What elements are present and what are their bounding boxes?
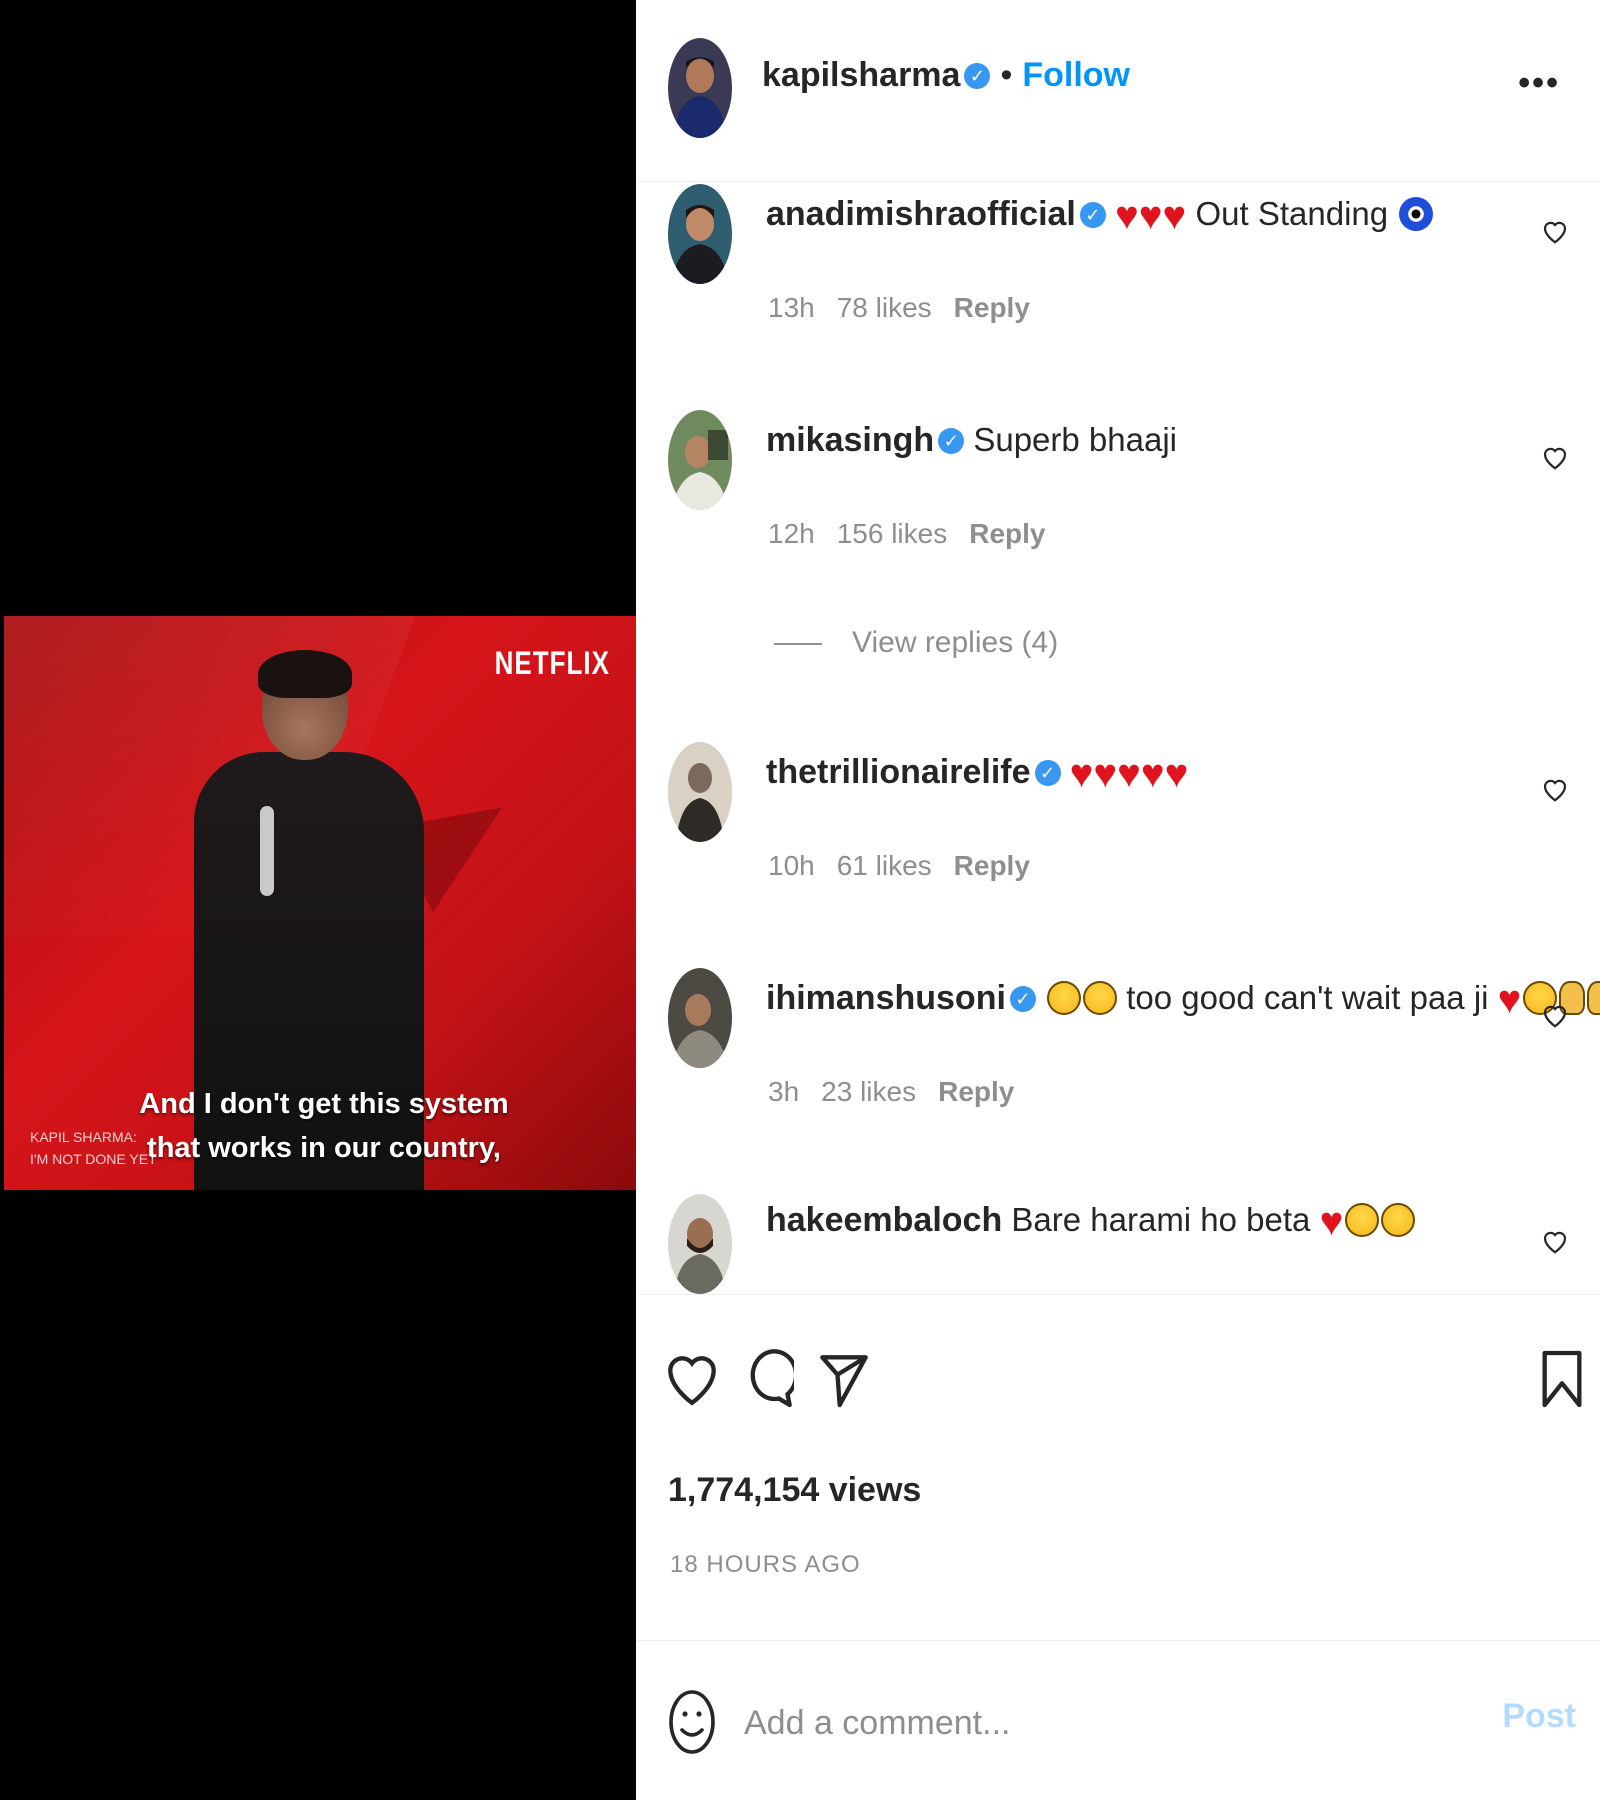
comment-likes[interactable]: 61 likes (837, 850, 932, 881)
view-replies-label: View replies (4) (852, 626, 1059, 659)
emoji-picker-icon[interactable] (668, 1687, 716, 1757)
verified-badge-icon: ✓ (1009, 986, 1036, 1012)
laughing-emoji (1047, 981, 1082, 1015)
comment-body: too good can't wait paa ji (1126, 979, 1489, 1016)
comment-body: Bare harami ho beta (1011, 1201, 1311, 1238)
comment-text-line: hakeembaloch Bare harami ho beta ♥ (766, 1198, 1416, 1244)
verified-badge-icon: ✓ (964, 63, 991, 89)
commenter-avatar[interactable] (668, 184, 732, 284)
comment-time: 10h (768, 850, 815, 881)
post-header: kapilsharma ✓ • Follow ••• (636, 0, 1600, 182)
media-pane: NETFLIX And I don't get this system that… (0, 0, 636, 1800)
reply-button[interactable]: Reply (954, 850, 1030, 881)
video-subtitle: And I don't get this system that works i… (104, 1082, 544, 1170)
post-actions: 1,774,154 views 18 HOURS AGO (636, 1294, 1600, 1634)
performer-hair (258, 650, 352, 698)
view-replies-button[interactable]: View replies (4) (774, 626, 1058, 660)
comment-time: 12h (768, 518, 815, 549)
watermark-line-2: I'M NOT DONE YET (30, 1151, 157, 1167)
separator-dot: • (1000, 56, 1013, 94)
comment-meta: 13h 78 likes Reply (768, 292, 1052, 324)
like-comment-heart-icon[interactable] (1540, 216, 1570, 246)
heart-emoji: ♥ (1497, 978, 1522, 1022)
commenter-avatar-image (668, 184, 732, 284)
add-comment-bar: Post (636, 1640, 1600, 1800)
heart-emoji-group: ♥♥♥♥♥ (1069, 752, 1189, 796)
commenter-avatar[interactable] (668, 742, 732, 842)
laughing-emoji (1381, 1203, 1416, 1237)
show-title-watermark: KAPIL SHARMA: I'M NOT DONE YET (30, 1126, 157, 1170)
commenter-username[interactable]: mikasingh (766, 421, 934, 459)
comment-text-line: anadimishraofficial ✓ ♥♥♥ Out Standing (766, 192, 1434, 238)
commenter-avatar-image (668, 1194, 732, 1294)
replies-divider-line (774, 643, 822, 646)
heart-emoji-group: ♥♥♥ (1115, 194, 1187, 238)
verified-badge-icon: ✓ (938, 428, 965, 454)
reply-button[interactable]: Reply (969, 518, 1045, 549)
commenter-avatar[interactable] (668, 410, 732, 510)
laughing-emoji (1345, 1203, 1380, 1237)
comments-list[interactable]: anadimishraofficial ✓ ♥♥♥ Out Standing 13… (636, 182, 1600, 1294)
netflix-logo: NETFLIX (494, 644, 610, 682)
verified-badge-icon: ✓ (1034, 760, 1061, 786)
nazar-amulet-emoji (1399, 197, 1434, 231)
comment-body: Superb bhaaji (973, 421, 1177, 458)
video-player[interactable]: NETFLIX And I don't get this system that… (4, 616, 636, 1190)
subtitle-line-1: And I don't get this system (139, 1088, 509, 1120)
comment-text-line: ihimanshusoni ✓ too good can't wait paa j… (766, 976, 1600, 1020)
like-comment-heart-icon[interactable] (1540, 442, 1570, 472)
like-comment-heart-icon[interactable] (1540, 1226, 1570, 1256)
commenter-username[interactable]: thetrillionairelife (766, 753, 1031, 791)
author-username[interactable]: kapilsharma (762, 56, 960, 94)
commenter-avatar-image (668, 742, 732, 842)
comment-body: Out Standing (1195, 195, 1389, 232)
comment-likes[interactable]: 156 likes (837, 518, 948, 549)
comment-meta: 10h 61 likes Reply (768, 850, 1052, 882)
microphone (260, 806, 274, 896)
comment-meta: 12h 156 likes Reply (768, 518, 1067, 550)
like-comment-heart-icon[interactable] (1540, 1000, 1570, 1030)
watermark-line-1: KAPIL SHARMA: (30, 1129, 137, 1145)
commenter-username[interactable]: hakeembaloch (766, 1201, 1002, 1239)
post-timestamp: 18 HOURS AGO (670, 1551, 861, 1578)
comment-likes[interactable]: 23 likes (821, 1076, 916, 1107)
comment-likes[interactable]: 78 likes (837, 292, 932, 323)
comment-bubble-icon[interactable] (742, 1345, 794, 1413)
post-comment-button[interactable]: Post (1502, 1697, 1576, 1736)
views-count[interactable]: 1,774,154 views (668, 1471, 921, 1510)
commenter-username[interactable]: anadimishraofficial (766, 195, 1076, 233)
share-paper-plane-icon[interactable] (818, 1345, 870, 1413)
commenter-username[interactable]: ihimanshusoni (766, 979, 1006, 1017)
subtitle-line-2: that works in our country, (147, 1132, 501, 1164)
comment-input[interactable] (744, 1695, 1444, 1751)
comment-time: 13h (768, 292, 815, 323)
victory-hand-emoji (1587, 981, 1600, 1015)
comment-meta: 3h 23 likes Reply (768, 1076, 1036, 1108)
heart-emoji: ♥ (1319, 1200, 1344, 1244)
comment-time: 3h (768, 1076, 800, 1107)
verified-badge-icon: ✓ (1079, 202, 1106, 228)
author-avatar[interactable] (668, 38, 732, 138)
comment-text-line: mikasingh ✓ Superb bhaaji (766, 418, 1177, 462)
save-bookmark-icon[interactable] (1536, 1345, 1588, 1413)
laughing-emoji (1083, 981, 1118, 1015)
like-heart-icon[interactable] (666, 1345, 718, 1413)
post-panel: kapilsharma ✓ • Follow ••• anadimishraoffic… (636, 0, 1600, 1800)
more-options-icon[interactable]: ••• (1518, 64, 1560, 103)
commenter-avatar-image (668, 968, 732, 1068)
commenter-avatar[interactable] (668, 968, 732, 1068)
reply-button[interactable]: Reply (938, 1076, 1014, 1107)
like-comment-heart-icon[interactable] (1540, 774, 1570, 804)
follow-button[interactable]: Follow (1022, 56, 1130, 94)
author-avatar-image (668, 38, 732, 138)
commenter-avatar-image (668, 410, 732, 510)
author-line: kapilsharma ✓ • Follow (762, 56, 1130, 95)
comment-text-line: thetrillionairelife ✓ ♥♥♥♥♥ (766, 750, 1188, 794)
reply-button[interactable]: Reply (954, 292, 1030, 323)
commenter-avatar[interactable] (668, 1194, 732, 1294)
